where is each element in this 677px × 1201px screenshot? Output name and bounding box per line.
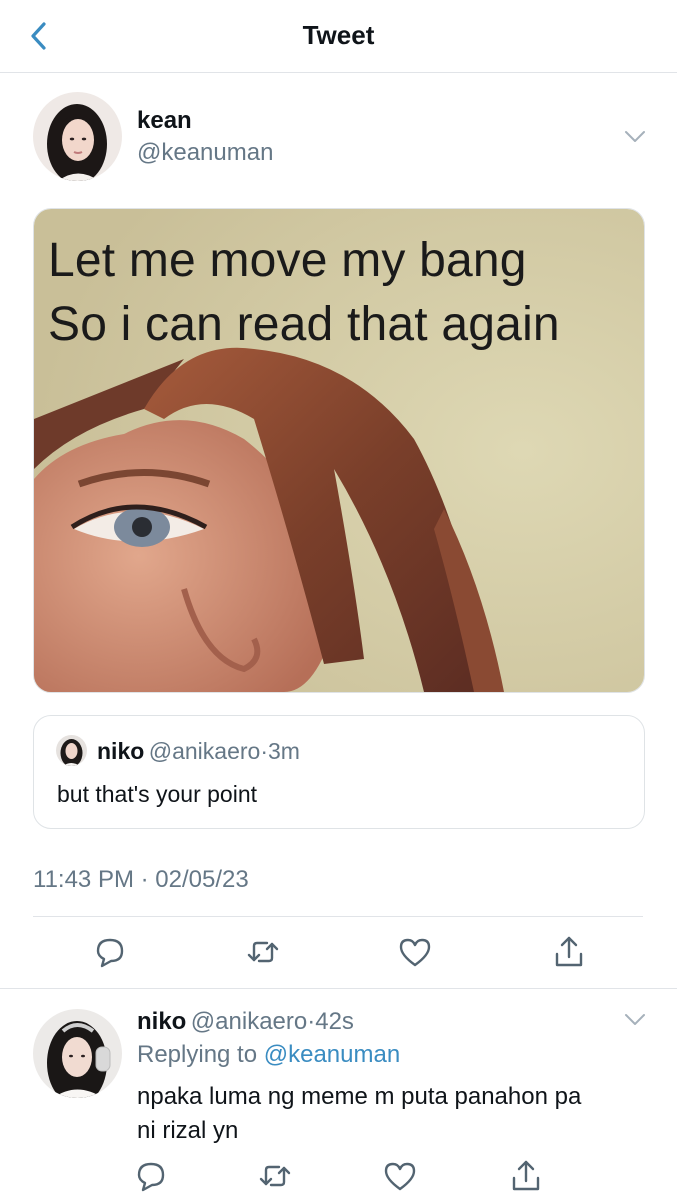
retweet-icon (259, 1165, 291, 1187)
divider (33, 916, 643, 917)
quoted-name: niko (97, 738, 145, 764)
author-name[interactable]: kean (137, 107, 192, 135)
reply-like-button[interactable] (380, 1156, 420, 1196)
reply-share-button[interactable] (506, 1156, 546, 1196)
like-button[interactable] (395, 932, 435, 972)
meme-caption-line-2: So i can read that again (48, 298, 560, 351)
reply-text-line-1: npaka luma ng meme m puta panahon pa (137, 1083, 582, 1110)
share-icon (555, 936, 583, 967)
tweet-options-button[interactable] (624, 130, 646, 144)
reply-retweet-button[interactable] (255, 1156, 295, 1196)
like-icon (384, 1162, 416, 1191)
share-icon (512, 1160, 540, 1191)
meme-caption: Let me move my bang So i can read that a… (48, 229, 560, 357)
author-avatar[interactable] (33, 92, 122, 181)
tweet-media[interactable]: Let me move my bang So i can read that a… (33, 208, 645, 693)
replying-to-prefix: Replying to (137, 1041, 258, 1068)
share-button[interactable] (549, 932, 589, 972)
reply-avatar[interactable] (33, 1009, 122, 1098)
retweet-icon (247, 941, 279, 963)
meme-caption-line-1: Let me move my bang (48, 234, 527, 287)
reply-author-handle[interactable]: @anikaero (191, 1008, 307, 1035)
reply-text: npaka luma ng meme m puta panahon pa ni … (137, 1080, 581, 1148)
quoted-time: 3m (267, 738, 300, 764)
reply-time[interactable]: 42s (315, 1008, 354, 1035)
tweet-timestamp[interactable]: 11:43 PM · 02/05/23 (33, 866, 249, 894)
quoted-handle: @anikaero (148, 738, 261, 764)
reply-text-line-2: ni rizal yn (137, 1117, 239, 1144)
replying-to: Replying to @keanuman (137, 1041, 400, 1069)
replying-to-link[interactable]: @keanuman (264, 1041, 400, 1068)
reply-button[interactable] (90, 932, 130, 972)
reply-icon (96, 938, 124, 968)
quoted-avatar[interactable] (56, 735, 87, 766)
divider (0, 988, 677, 989)
quoted-header: niko @anikaero·3m (97, 738, 300, 765)
reply-icon (137, 1162, 165, 1192)
reply-options-button[interactable] (624, 1013, 646, 1027)
reply-reply-button[interactable] (131, 1156, 171, 1196)
reply-author-name[interactable]: niko (137, 1008, 186, 1035)
chevron-down-icon (625, 131, 645, 142)
chevron-down-icon (625, 1014, 645, 1025)
quoted-text: but that's your point (57, 781, 258, 807)
retweet-button[interactable] (243, 932, 283, 972)
reply-header: niko @anikaero·42s (137, 1008, 354, 1036)
quoted-tweet[interactable] (33, 715, 645, 829)
author-handle[interactable]: @keanuman (137, 139, 273, 167)
quoted-separator: · (260, 738, 268, 764)
page-title: Tweet (302, 20, 375, 50)
like-icon (399, 938, 431, 967)
